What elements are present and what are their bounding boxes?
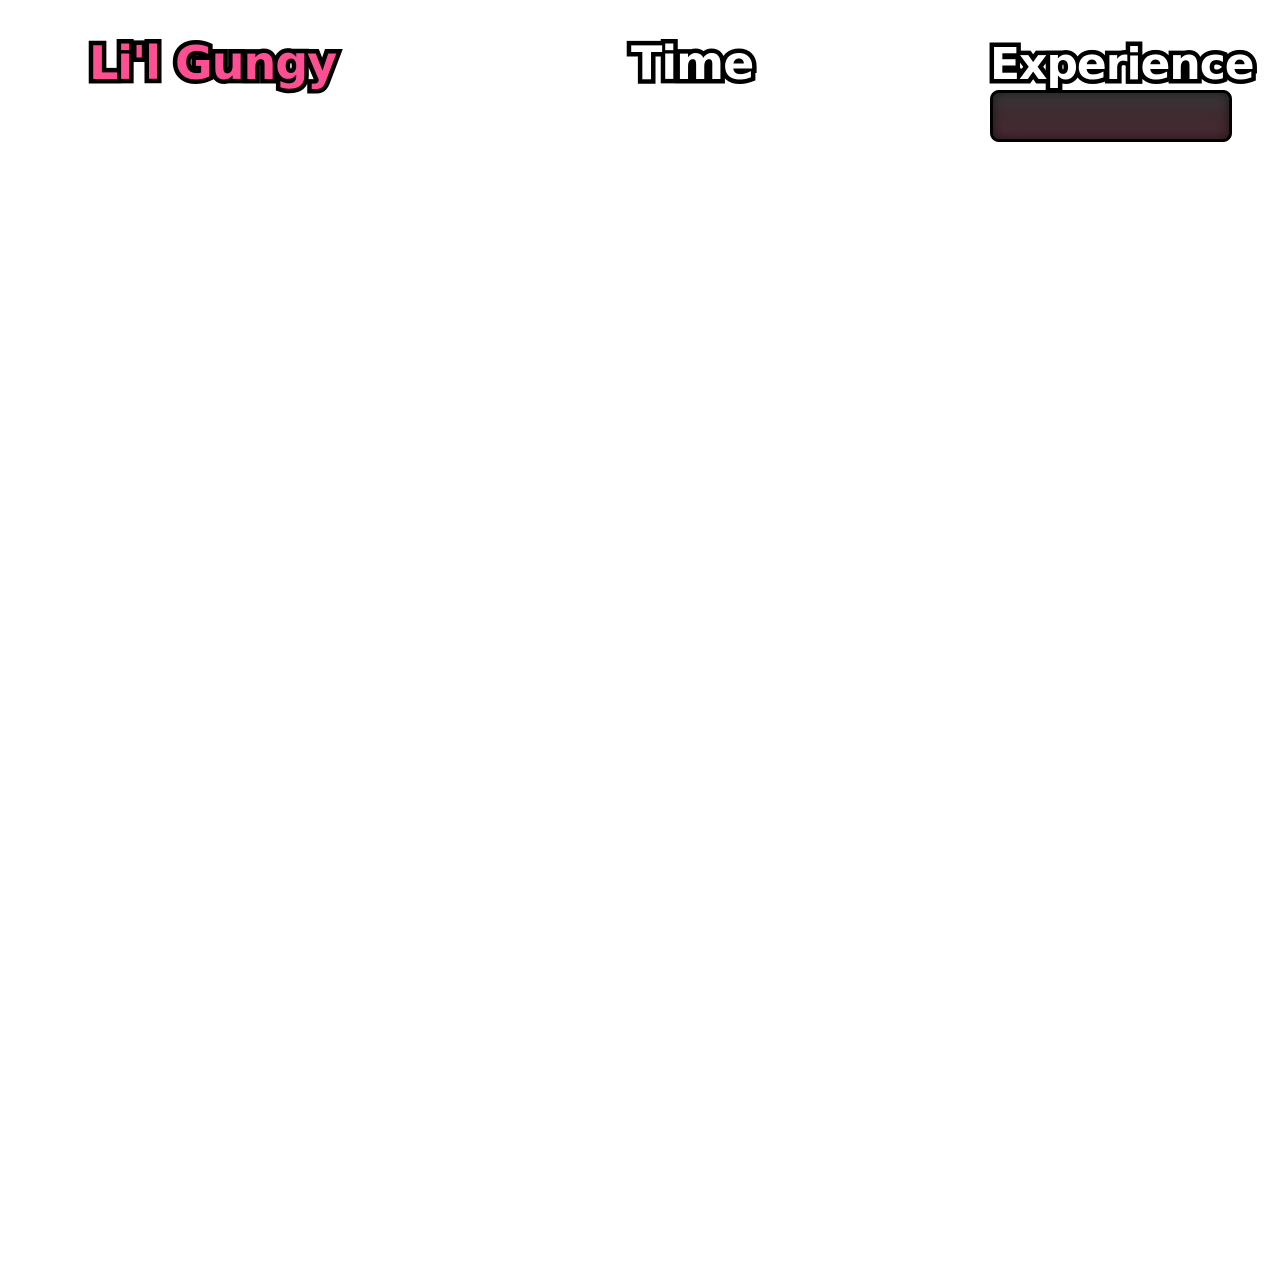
character-name: Li'l Gungy [84,32,341,95]
experience-label: Experience [986,35,1260,95]
game-hud: Li'l Gungy Time Experience [0,0,1280,1280]
time-label: Time [626,32,758,95]
